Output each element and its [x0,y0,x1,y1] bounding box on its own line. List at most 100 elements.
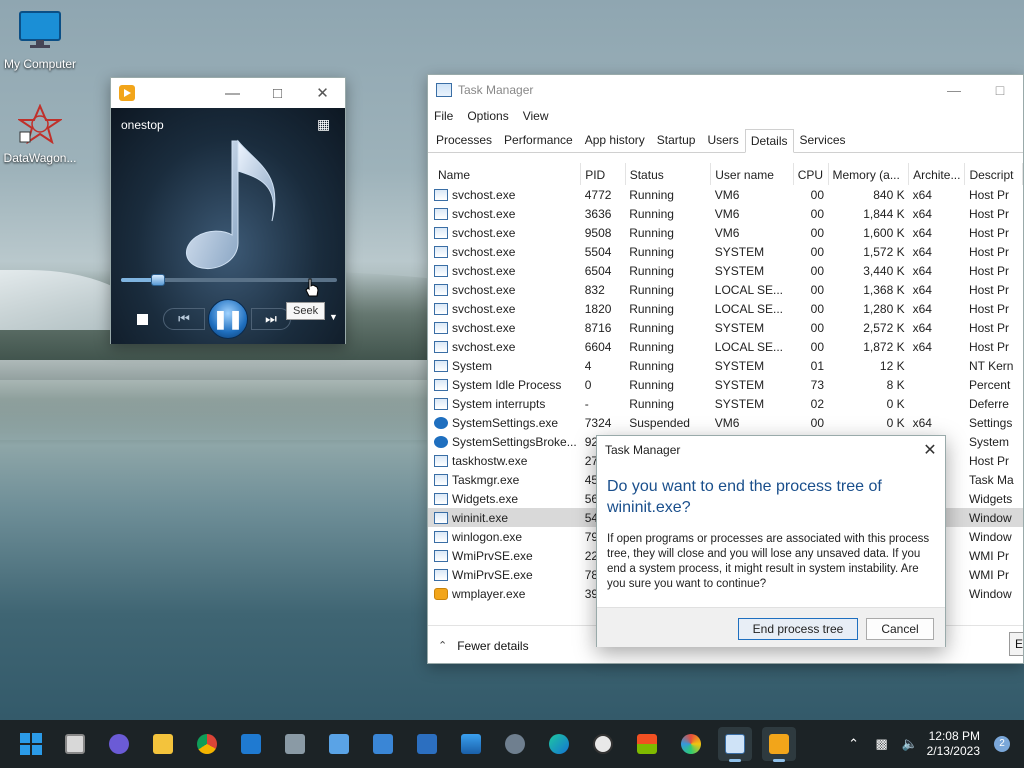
table-row[interactable]: svchost.exe 4772 Running VM6 00 840 K x64 Host … [428,185,1023,204]
taskbar-calculator[interactable] [278,727,312,761]
notification-badge[interactable]: 2 [994,736,1010,752]
cell-desc: WMI Pr [965,546,1023,565]
table-row[interactable]: svchost.exe 832 Running LOCAL SE... 00 1,368 … [428,280,1023,299]
column-header-status[interactable]: Status [625,163,712,185]
tab-services[interactable]: Services [794,128,852,152]
taskbar-task-view[interactable] [58,727,92,761]
desktop-icon-datawagon[interactable]: DataWagon... [0,103,80,165]
taskbar-notepad[interactable] [322,727,356,761]
end-process-tree-button[interactable]: End process tree [738,618,858,640]
chevron-up-icon[interactable]: ⌃ [438,639,447,652]
cell-text: Running [629,187,674,202]
volume-icon[interactable]: 🔈 [899,736,921,752]
cell-status: Running [625,242,711,261]
media-player-titlebar[interactable]: — □ ✕ [111,78,345,108]
table-row[interactable]: svchost.exe 6604 Running LOCAL SE... 00 1,872… [428,337,1023,356]
hand-cursor-icon [305,278,319,297]
cell-text: x64 [912,206,932,221]
taskbar-media-player[interactable] [762,727,796,762]
table-row[interactable]: System Idle Process 0 Running SYSTEM 73 8 K Pe… [428,375,1023,394]
tab-performance[interactable]: Performance [498,128,579,152]
cell-user: VM6 [711,223,793,242]
cell-name: SystemSettings.exe [428,413,581,432]
taskbar-task-manager[interactable] [718,727,752,762]
table-row[interactable]: System interrupts - Running SYSTEM 02 0 K Defe… [428,394,1023,413]
process-icon [434,473,448,486]
table-row[interactable]: svchost.exe 8716 Running SYSTEM 00 2,572 K x64… [428,318,1023,337]
cell-text: 00 [810,282,824,297]
taskbar-photos[interactable] [454,727,488,761]
seek-thumb[interactable] [150,274,165,286]
cell-memory: 3,440 K [828,261,909,280]
cell-text: 9508 [584,225,612,240]
taskbar-paint[interactable] [674,727,708,761]
column-header-pid[interactable]: PID [580,163,626,185]
maximize-button[interactable]: □ [977,75,1023,105]
menu-view[interactable]: View [523,109,549,123]
task-manager-titlebar[interactable]: Task Manager — □ [428,75,1023,105]
minimize-button[interactable]: — [931,75,977,105]
cancel-button[interactable]: Cancel [866,618,934,640]
menu-options[interactable]: Options [467,109,508,123]
tab-details[interactable]: Details [744,129,794,153]
minimize-button[interactable]: — [210,78,255,108]
desktop-icon-label: My Computer [3,57,77,71]
taskbar-edge[interactable] [542,727,576,761]
taskbar-clock[interactable] [586,727,620,761]
taskbar-teams-chat[interactable] [102,727,136,761]
process-icon [434,454,448,467]
network-icon[interactable]: ▩ [871,736,893,752]
table-row[interactable]: System 4 Running SYSTEM 01 12 K NT Kern [428,356,1023,375]
fewer-details-link[interactable]: Fewer details [457,639,528,653]
desktop-icon-my-computer[interactable]: My Computer [0,10,80,71]
tab-app-history[interactable]: App history [579,128,651,152]
column-header-cpu[interactable]: CPU [793,163,829,185]
close-button[interactable]: ✕ [300,78,345,108]
end-process-tree-dialog[interactable]: Task Manager ✕ Do you want to end the pr… [596,435,946,647]
column-header-memory[interactable]: Memory (a... [828,163,910,185]
close-icon[interactable]: ✕ [915,440,945,460]
start-button[interactable] [14,727,48,761]
cell-memory: 0 K [828,413,909,432]
next-button[interactable]: ⏭ [251,308,291,330]
table-row[interactable]: svchost.exe 3636 Running VM6 00 1,844 K x64 Hos… [428,204,1023,223]
tab-startup[interactable]: Startup [651,128,702,152]
menu-file[interactable]: File [434,109,453,123]
table-row[interactable]: svchost.exe 5504 Running SYSTEM 00 1,572 K x64… [428,242,1023,261]
tab-processes[interactable]: Processes [430,128,498,152]
cell-text: VM6 [714,206,740,221]
end-task-button[interactable]: E [1009,632,1023,656]
taskbar-remote-desktop[interactable] [366,727,400,761]
taskbar-file-explorer[interactable] [146,727,180,761]
chevron-down-icon[interactable]: ▼ [329,312,338,322]
table-row[interactable]: SystemSettings.exe 7324 Suspended VM6 00 0 K x… [428,413,1023,432]
column-header-name[interactable]: Name [428,163,582,185]
table-row[interactable]: svchost.exe 9508 Running VM6 00 1,600 K x64 Hos… [428,223,1023,242]
cell-name: svchost.exe [428,318,581,337]
maximize-button[interactable]: □ [255,78,300,108]
column-header-architecture[interactable]: Archite... [908,163,966,185]
column-header-user[interactable]: User name [710,163,794,185]
table-row[interactable]: svchost.exe 1820 Running LOCAL SE... 00 1,280… [428,299,1023,318]
cell-text: WMI Pr [968,548,1009,563]
tab-users[interactable]: Users [701,128,744,152]
table-row[interactable]: svchost.exe 6504 Running SYSTEM 00 3,440 K x64… [428,261,1023,280]
clock[interactable]: 12:08 PM 2/13/2023 [927,729,980,759]
cell-text: Host Pr [968,263,1009,278]
taskbar-media-app[interactable] [410,727,444,761]
stop-button[interactable] [137,314,148,325]
column-header-description[interactable]: Descript [964,163,1023,185]
dialog-button-bar: End process tree Cancel [597,607,945,647]
taskbar-calendar[interactable] [234,727,268,761]
taskbar-store[interactable] [630,727,664,761]
cell-text: 00 [810,244,824,259]
chevron-up-icon[interactable]: ⌃ [843,736,865,752]
cell-text: Host Pr [968,453,1009,468]
cell-desc: Host Pr [965,261,1023,280]
switch-to-library-icon[interactable]: ▦ [317,116,335,132]
taskbar-settings[interactable] [498,727,532,761]
previous-button[interactable]: ⏮ [163,308,205,330]
taskbar-chrome[interactable] [190,727,224,761]
pause-button[interactable]: ❚❚ [208,299,248,339]
cell-text: Host Pr [968,339,1009,354]
